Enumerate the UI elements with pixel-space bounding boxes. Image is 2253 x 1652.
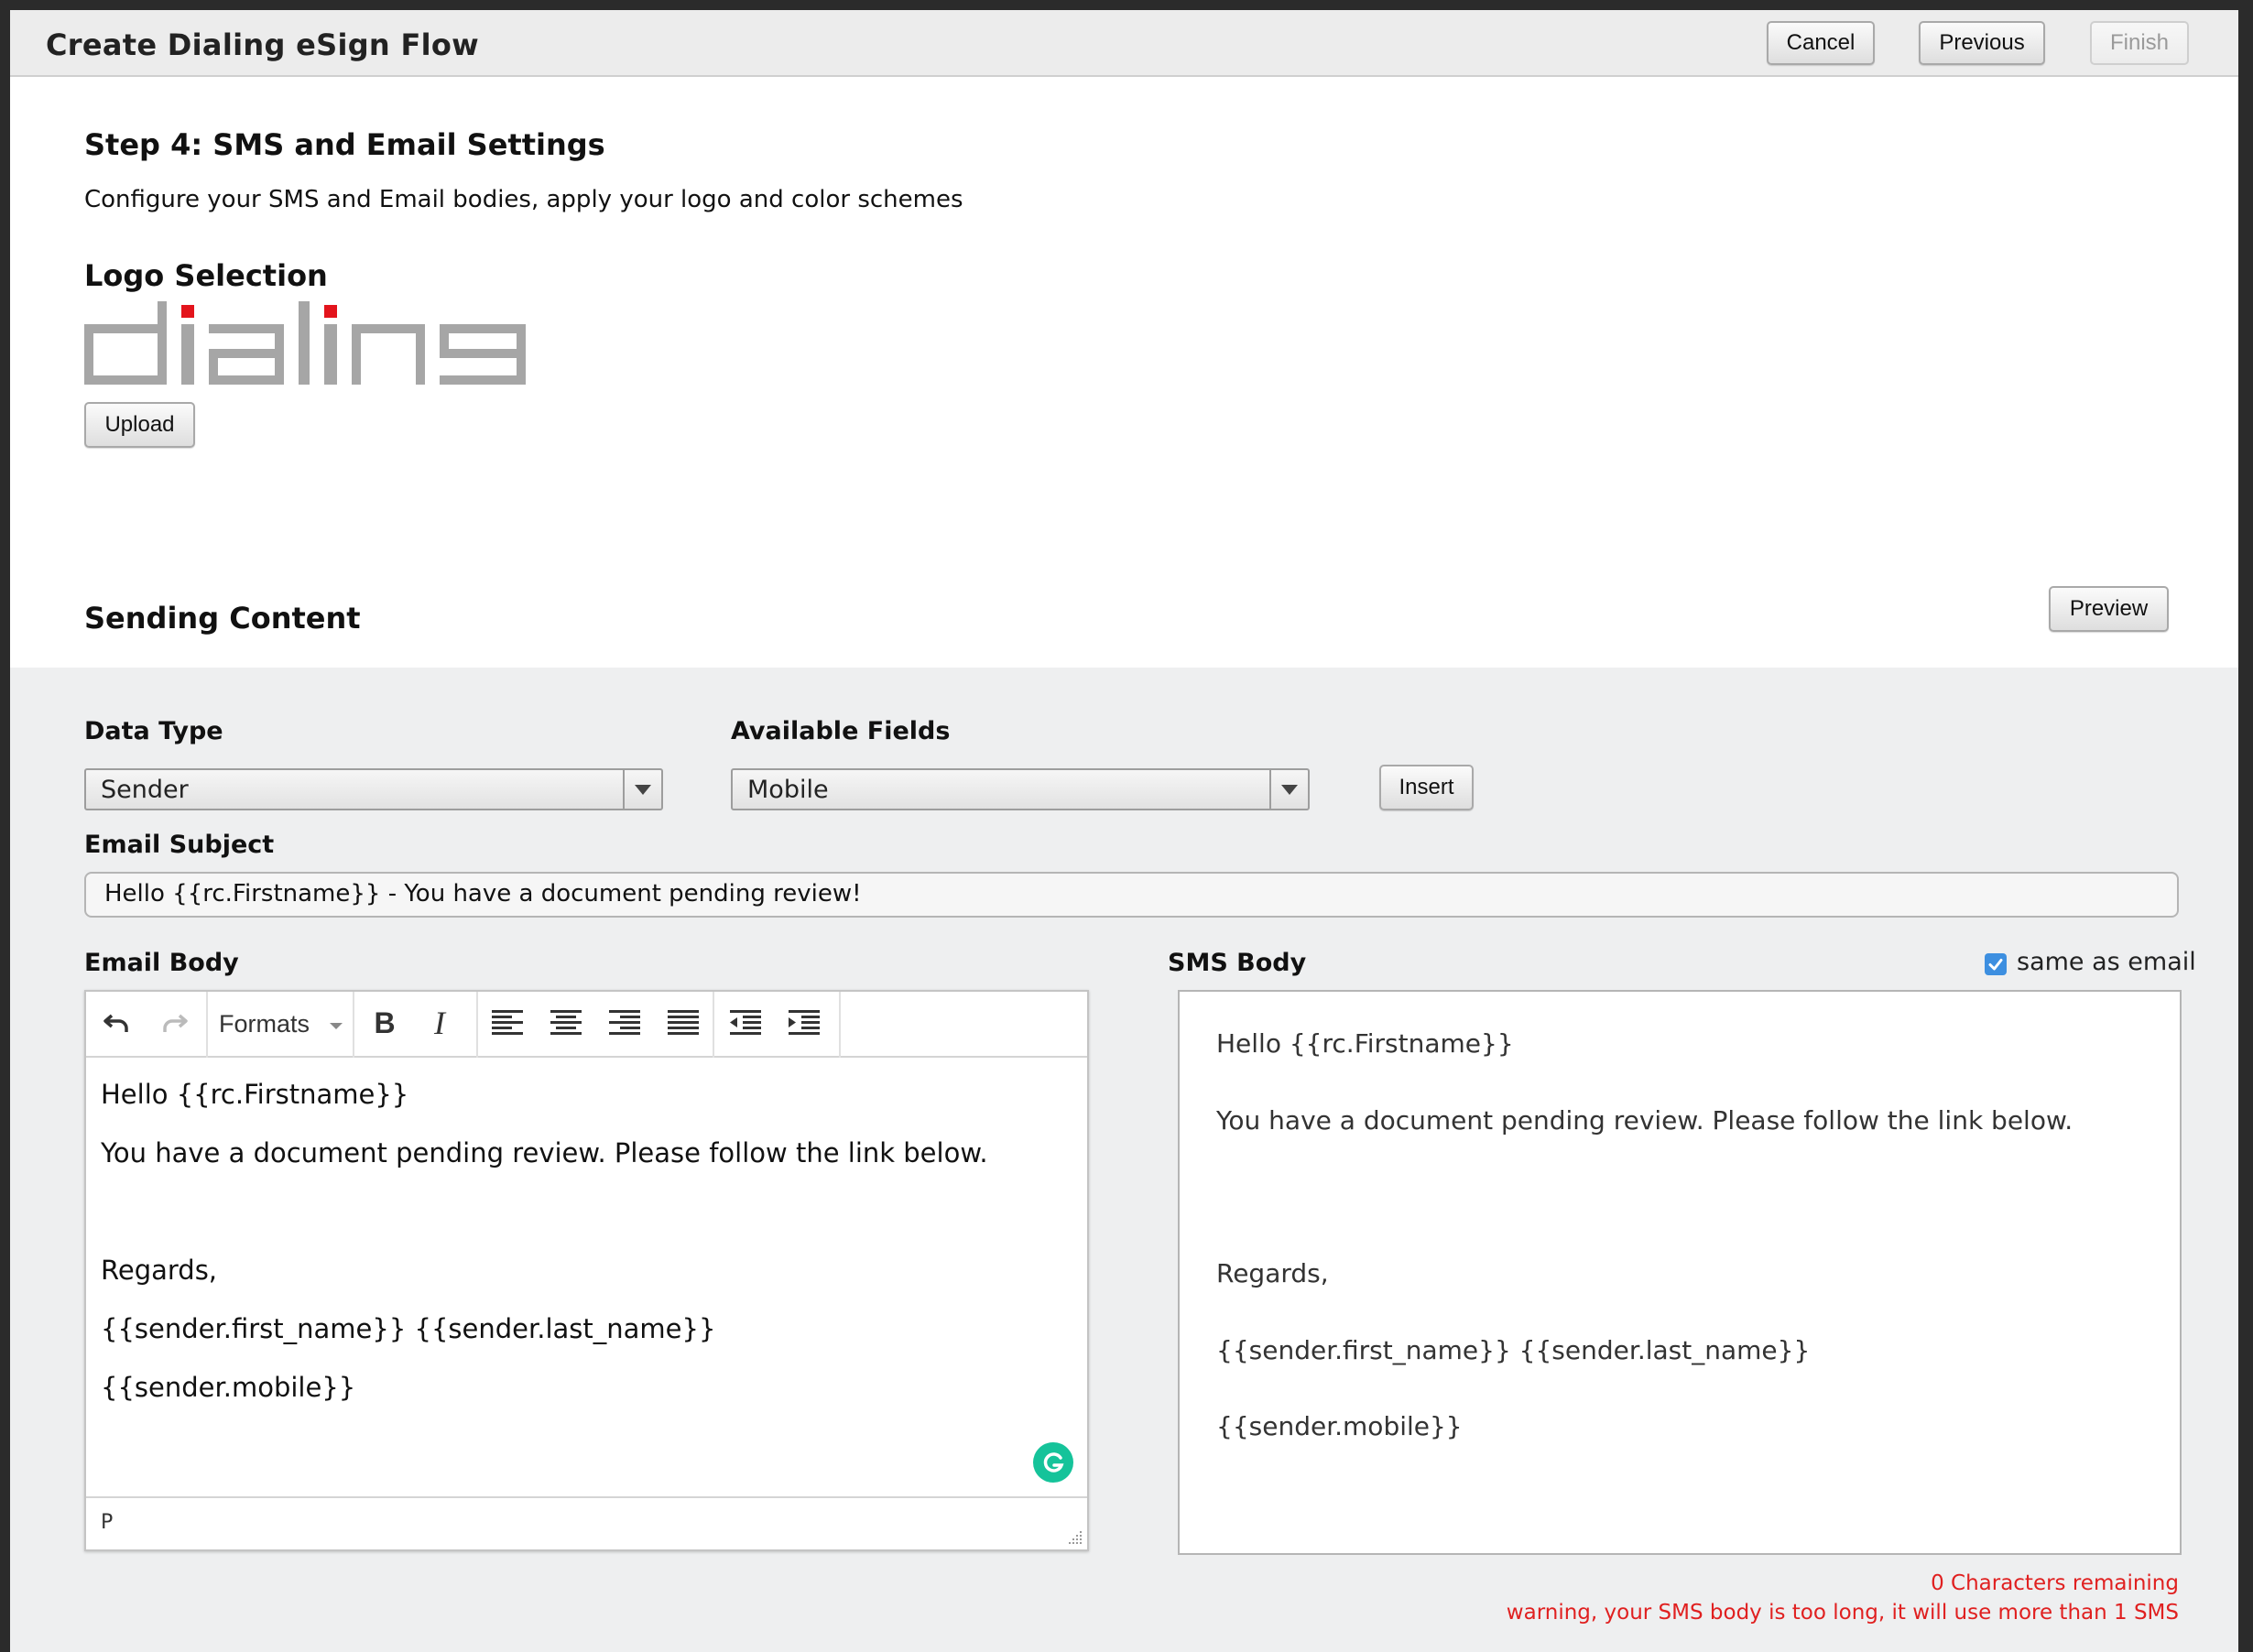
email-subject-label: Email Subject (84, 831, 275, 859)
finish-button[interactable]: Finish (2090, 21, 2189, 65)
step-description: Configure your SMS and Email bodies, app… (84, 186, 963, 213)
checkmark-icon (1988, 959, 2003, 971)
grammarly-icon[interactable] (1033, 1442, 1073, 1483)
step-heading: Step 4: SMS and Email Settings (84, 127, 605, 162)
characters-remaining: 0 Characters remaining (1931, 1571, 2179, 1595)
dialing-logo (84, 301, 526, 385)
outdent-icon[interactable] (727, 1005, 764, 1041)
align-justify-icon[interactable] (665, 1005, 702, 1041)
email-line: Regards, (101, 1255, 218, 1286)
sms-body-label: SMS Body (1168, 949, 1307, 977)
email-subject-input[interactable]: Hello {{rc.Firstname}} - You have a docu… (84, 872, 2179, 918)
email-body-label: Email Body (84, 949, 239, 977)
formats-dropdown[interactable]: Formats (219, 1010, 310, 1038)
sms-length-warning: warning, your SMS body is too long, it w… (1506, 1601, 2179, 1625)
align-right-icon[interactable] (606, 1005, 643, 1041)
chevron-down-icon (1269, 770, 1308, 809)
editor-toolbar: Formats B I (86, 992, 1087, 1058)
available-fields-value: Mobile (747, 776, 829, 804)
align-left-icon[interactable] (489, 1005, 526, 1041)
sms-line: {{sender.first_name}} {{sender.last_name… (1216, 1335, 1811, 1365)
dialog-title: Create Dialing eSign Flow (46, 27, 480, 62)
upload-button[interactable]: Upload (84, 402, 195, 448)
redo-icon[interactable] (156, 1005, 192, 1041)
email-line: You have a document pending review. Plea… (101, 1137, 988, 1168)
logo-selection-heading: Logo Selection (84, 258, 328, 293)
available-fields-select[interactable]: Mobile (731, 768, 1310, 810)
data-type-select[interactable]: Sender (84, 768, 663, 810)
sms-line: Regards, (1216, 1258, 1329, 1288)
undo-icon[interactable] (99, 1005, 136, 1041)
insert-button[interactable]: Insert (1379, 765, 1474, 810)
email-line: {{sender.first_name}} {{sender.last_name… (101, 1313, 716, 1344)
chevron-down-icon (623, 770, 661, 809)
sms-body-textarea[interactable]: Hello {{rc.Firstname}} You have a docume… (1178, 990, 2182, 1555)
align-center-icon[interactable] (548, 1005, 584, 1041)
previous-button[interactable]: Previous (1919, 21, 2045, 65)
dialog-titlebar: Create Dialing eSign Flow Cancel Previou… (10, 10, 2238, 77)
email-line: {{sender.mobile}} (101, 1372, 356, 1403)
email-body-editor[interactable]: Formats B I Hello {{rc.Firstname}} You h… (84, 990, 1089, 1551)
data-type-value: Sender (101, 776, 189, 804)
preview-button[interactable]: Preview (2049, 586, 2169, 632)
editor-statusbar: P (86, 1496, 1087, 1549)
data-type-label: Data Type (84, 717, 223, 745)
sms-line: You have a document pending review. Plea… (1216, 1105, 2073, 1136)
esign-flow-dialog: Create Dialing eSign Flow Cancel Previou… (10, 10, 2238, 1652)
same-as-email-label: same as email (2017, 948, 2196, 976)
caret-down-icon (330, 1023, 343, 1029)
sms-line: {{sender.mobile}} (1216, 1411, 1463, 1441)
indent-icon[interactable] (786, 1005, 822, 1041)
same-as-email-checkbox[interactable] (1985, 953, 2007, 975)
sms-line: Hello {{rc.Firstname}} (1216, 1028, 1514, 1059)
sending-content-heading: Sending Content (84, 601, 361, 636)
italic-icon[interactable]: I (421, 1005, 458, 1041)
element-path[interactable]: P (101, 1511, 113, 1534)
available-fields-label: Available Fields (731, 717, 951, 745)
cancel-button[interactable]: Cancel (1767, 21, 1875, 65)
bold-icon[interactable]: B (366, 1005, 403, 1041)
email-line: Hello {{rc.Firstname}} (101, 1079, 409, 1110)
resize-handle-icon[interactable] (1063, 1526, 1083, 1546)
